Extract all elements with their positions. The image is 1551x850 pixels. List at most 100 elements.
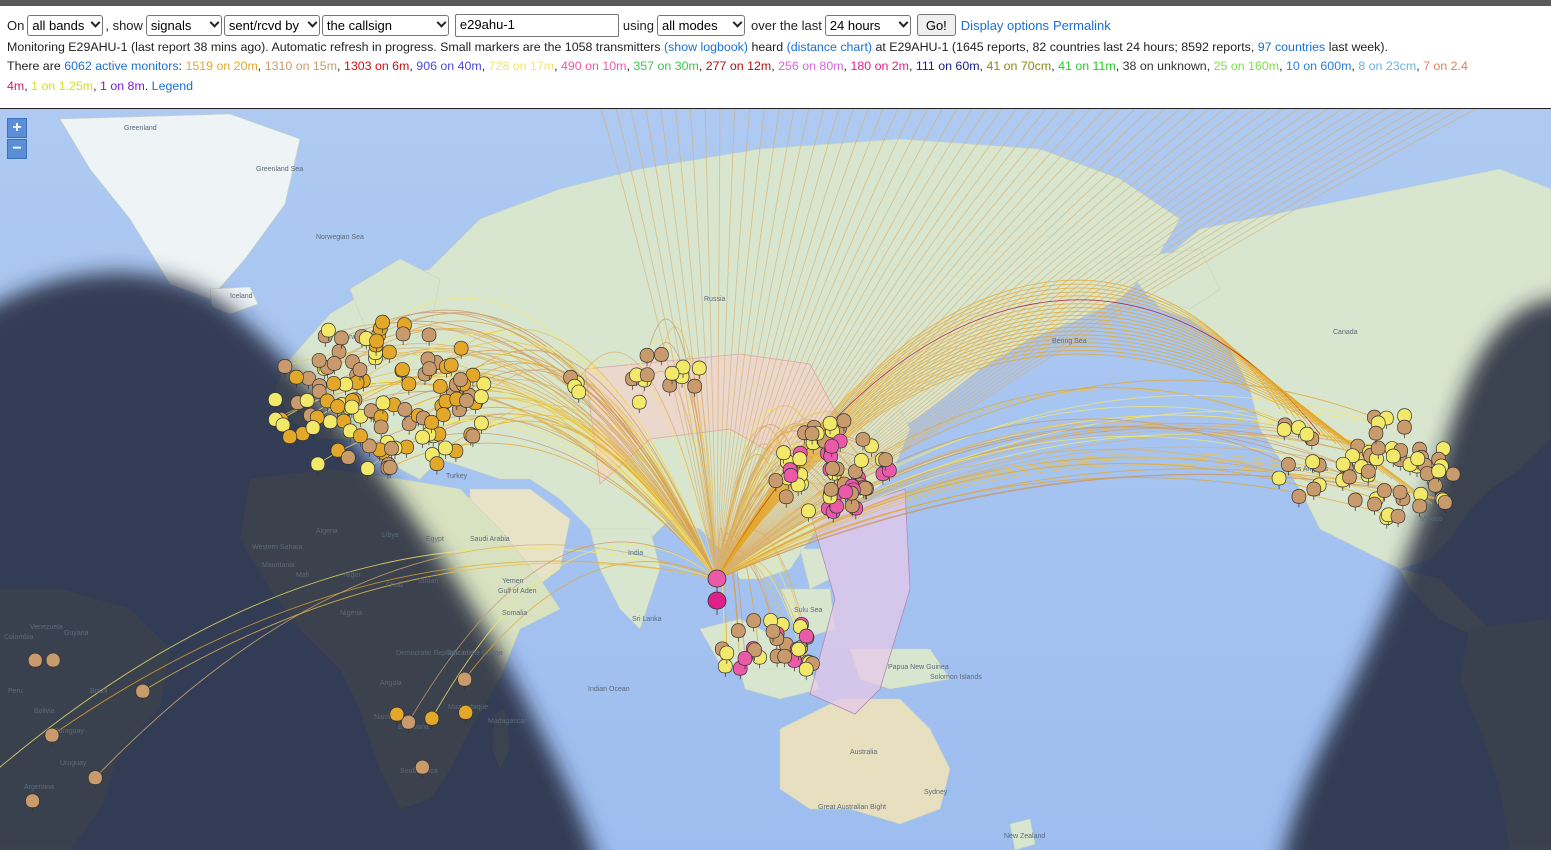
label-sudan: Sudan <box>418 578 438 585</box>
label-solomon-islands: Solomon Islands <box>930 674 982 681</box>
legend-link[interactable]: Legend <box>152 79 193 93</box>
band-separator: , <box>1051 59 1055 73</box>
band-separator: , <box>979 59 983 73</box>
callsign-input[interactable]: e29ahu-1 <box>454 13 619 37</box>
label-angola: Angola <box>380 680 402 687</box>
active-monitors-link[interactable]: 6062 active monitors <box>64 59 178 73</box>
band-count: 256 on 80m <box>778 59 844 73</box>
label-peru: Peru <box>8 688 23 695</box>
label-brazil: Brazil <box>90 688 108 695</box>
label-iceland: Iceland <box>230 293 253 300</box>
label-libya: Libya <box>382 532 399 539</box>
show-logbook-link[interactable]: (show logbook) <box>664 40 748 54</box>
band-separator: , <box>1416 59 1420 73</box>
band-count: 180 on 2m <box>850 59 910 73</box>
label-saudi-arabia: Saudi Arabia <box>470 536 510 543</box>
label-chad: Chad <box>386 582 403 589</box>
label-uruguay: Uruguay <box>60 760 87 767</box>
display-options-link[interactable]: Display options <box>961 18 1049 33</box>
band-count: 357 on 30m <box>633 59 699 73</box>
band-separator: , <box>1351 59 1355 73</box>
band-count: 728 on 17m <box>488 59 555 73</box>
label-yemen: Yemen <box>502 578 524 585</box>
distance-chart-link[interactable]: (distance chart) <box>787 40 872 54</box>
band-monitor-counts-cont: 4m, 1 on 1.25m, 1 on 8m. Legend <box>7 79 193 93</box>
show-select-value: signals <box>150 17 192 33</box>
band-count: 25 on 160m <box>1213 59 1280 73</box>
permalink-link[interactable]: Permalink <box>1053 18 1111 33</box>
label-niger: Niger <box>344 572 361 579</box>
show-label: , show <box>105 17 143 33</box>
band-separator: , <box>909 59 913 73</box>
band-select-value: all bands <box>32 17 85 33</box>
label-new-zealand: New Zealand <box>1004 833 1045 840</box>
label-bolivia: Bolivia <box>34 708 55 715</box>
band-count: 1303 on 6m <box>343 59 410 73</box>
monitoring-status: Monitoring E29AHU-1 (last report 38 mins… <box>7 40 1388 54</box>
band-separator: , <box>481 59 486 73</box>
label-indian-ocean: Indian Ocean <box>588 686 630 693</box>
show-select[interactable]: signals <box>145 14 222 36</box>
propagation-map[interactable]: Greenland Greenland Sea Norwegian Sea Ic… <box>0 109 1551 850</box>
countries-link[interactable]: 97 countries <box>1258 40 1326 54</box>
band-count: 10 on 600m <box>1285 59 1352 73</box>
band-monitor-counts: There are 6062 active monitors: 1519 on … <box>7 59 1468 73</box>
band-separator: , <box>257 59 262 73</box>
band-count: 7 on 2.4 <box>1423 59 1468 73</box>
map-canvas[interactable]: Greenland Greenland Sea Norwegian Sea Ic… <box>0 109 1551 850</box>
direction-select-value: sent/rcvd by <box>228 17 300 33</box>
chevron-down-icon <box>732 17 743 28</box>
label-turkey: Turkey <box>446 473 468 480</box>
band-count: 906 on 40m <box>416 59 482 73</box>
chevron-down-icon <box>898 17 909 28</box>
band-separator: , <box>409 59 413 73</box>
band-separator: , <box>337 59 341 73</box>
label-norwegian-sea: Norwegian Sea <box>316 234 364 241</box>
label-greenland: Greenland <box>124 125 157 132</box>
label-greenland-sea: Greenland Sea <box>256 166 303 173</box>
label-sydney: Sydney <box>924 789 948 796</box>
band-separator: , <box>1279 59 1283 73</box>
band-count: 38 on unknown <box>1122 59 1207 73</box>
label-australia: Australia <box>850 749 877 756</box>
status-text-4: last week). <box>1328 40 1388 54</box>
period-select[interactable]: 24 hours <box>824 14 911 36</box>
band-separator: , <box>698 59 703 73</box>
on-label: On <box>7 17 25 33</box>
label-mauritania: Mauritania <box>262 562 295 569</box>
bands-colon: : <box>178 59 182 73</box>
using-label: using <box>622 17 654 33</box>
label-somalia: Somalia <box>502 610 527 617</box>
direction-select[interactable]: sent/rcvd by <box>223 14 320 36</box>
target-select[interactable]: the callsign <box>321 14 449 36</box>
chevron-down-icon <box>307 17 318 28</box>
label-argentina: Argentina <box>24 784 54 791</box>
label-bering-sea: Bering Sea <box>1052 338 1087 345</box>
query-controls: On all bands , show signals sent/rcvd by… <box>7 13 1111 37</box>
zoom-out-button[interactable]: − <box>7 139 27 159</box>
band-separator: , <box>843 59 847 73</box>
label-mali: Mali <box>296 572 309 579</box>
label-gulf-of-aden: Gulf of Aden <box>498 588 537 595</box>
target-select-value: the callsign <box>326 17 392 33</box>
band-separator: , <box>554 59 558 73</box>
chevron-down-icon <box>90 17 101 28</box>
mode-select-value: all modes <box>662 17 718 33</box>
band-count: 490 on 10m <box>561 59 627 73</box>
band-count: 277 on 12m <box>705 59 772 73</box>
band-count: 111 on 60m <box>915 59 980 73</box>
period-select-value: 24 hours <box>829 17 881 33</box>
band-select[interactable]: all bands <box>27 14 104 36</box>
zoom-in-button[interactable]: + <box>7 118 27 138</box>
mode-select[interactable]: all modes <box>657 14 745 36</box>
label-colombia: Colombia <box>4 634 34 641</box>
label-madagascar: Madagascar <box>488 718 527 725</box>
band-separator: , <box>626 59 630 73</box>
go-button[interactable]: Go! <box>916 14 956 36</box>
band-separator: , <box>771 59 775 73</box>
status-text-1: Monitoring E29AHU-1 (last report 38 mins… <box>7 40 661 54</box>
band-separator: , <box>1115 59 1120 73</box>
band-count: 1 on 8m <box>100 79 145 93</box>
label-india: India <box>628 550 643 557</box>
band-count: 41 on 70cm <box>986 59 1052 73</box>
